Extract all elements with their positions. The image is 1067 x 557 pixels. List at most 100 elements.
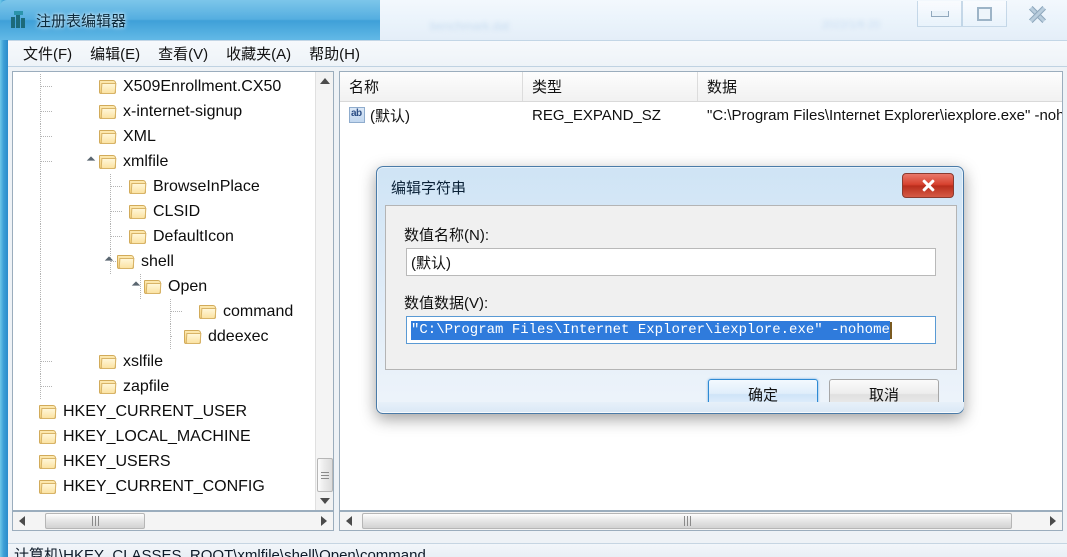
folder-icon (184, 329, 203, 345)
tree-item-command[interactable]: command (13, 299, 316, 324)
tree-item-label: HKEY_USERS (63, 452, 171, 470)
table-row[interactable]: (默认) REG_EXPAND_SZ "C:\Program Files\Int… (340, 101, 1062, 129)
cell-type: REG_EXPAND_SZ (532, 106, 661, 124)
menu-item-file[interactable]: 文件(F) (14, 40, 81, 67)
tree-item-label: HKEY_CURRENT_USER (63, 402, 248, 420)
column-header-type[interactable]: 类型 (523, 72, 698, 101)
scroll-left-button[interactable] (13, 512, 31, 530)
folder-icon (39, 454, 58, 470)
expander-collapsed-icon[interactable] (83, 124, 99, 149)
tree-item-xml[interactable]: XML (13, 124, 316, 149)
dialog-footer-strip (378, 402, 964, 412)
tree-item-ddeexec[interactable]: ddeexec (13, 324, 316, 349)
tree-scrollbar-thumb[interactable] (317, 458, 333, 492)
tree-hscrollbar-thumb[interactable] (45, 513, 145, 529)
expander-collapsed-icon[interactable] (23, 424, 39, 449)
dialog-body: 数值名称(N): (默认) 数值数据(V): "C:\Program Files… (385, 205, 957, 370)
value-data-input-text: "C:\Program Files\Internet Explorer\iexp… (411, 320, 890, 340)
tree-item-shell[interactable]: shell (13, 249, 316, 274)
value-data-input[interactable]: "C:\Program Files\Internet Explorer\iexp… (406, 316, 936, 344)
folder-icon (99, 354, 118, 370)
scroll-left-button[interactable] (340, 512, 358, 530)
tree-item-xslfile[interactable]: xslfile (13, 349, 316, 374)
triangle-right-icon (321, 516, 327, 526)
menu-item-edit[interactable]: 编辑(E) (81, 40, 149, 67)
tree-item-x-internet-signup[interactable]: x-internet-signup (13, 99, 316, 124)
expander-collapsed-icon[interactable] (83, 374, 99, 399)
triangle-up-icon (320, 78, 330, 84)
tree-item-label: CLSID (153, 202, 201, 220)
window-controls (917, 0, 1067, 34)
expander-expanded-icon[interactable] (83, 149, 99, 174)
menu-bar: 文件(F) 编辑(E) 查看(V) 收藏夹(A) 帮助(H) (8, 40, 1067, 67)
tree-item-label: BrowseInPlace (153, 177, 260, 195)
window-frame-left-edge (0, 0, 8, 557)
menu-item-view[interactable]: 查看(V) (149, 40, 217, 67)
list-header: 名称 类型 数据 (340, 72, 1062, 102)
value-name-text: (默认) (370, 107, 410, 125)
tree-vertical-scrollbar[interactable] (315, 72, 333, 510)
scroll-up-button[interactable] (316, 72, 333, 90)
tree-horizontal-scrollbar[interactable] (12, 511, 334, 531)
grip-icon (683, 516, 691, 526)
triangle-right-icon (1050, 516, 1056, 526)
folder-icon (129, 204, 148, 220)
cell-data: "C:\Program Files\Internet Explorer\iexp… (707, 106, 1062, 124)
column-header-data[interactable]: 数据 (698, 72, 1062, 101)
window-title: 注册表编辑器 (36, 12, 127, 30)
title-bar: 注册表编辑器 (0, 0, 380, 40)
tree-item-hkey-current-config[interactable]: HKEY_CURRENT_CONFIG (13, 474, 316, 499)
tree-item-x509enrollment[interactable]: X509Enrollment.CX50 (13, 74, 316, 99)
value-name-input[interactable]: (默认) (406, 248, 936, 276)
menu-item-help[interactable]: 帮助(H) (300, 40, 369, 67)
tree-item-hkey-users[interactable]: HKEY_USERS (13, 449, 316, 474)
tree-item-hkey-current-user[interactable]: HKEY_CURRENT_USER (13, 399, 316, 424)
close-button[interactable] (1007, 1, 1067, 27)
tree-item-hkey-local-machine[interactable]: HKEY_LOCAL_MACHINE (13, 424, 316, 449)
tree-item-clsid[interactable]: CLSID (13, 199, 316, 224)
tree-item-label: XML (123, 127, 156, 145)
status-bar: 计算机\HKEY_CLASSES_ROOT\xmlfile\shell\Open… (8, 543, 1067, 557)
tree-item-label: DefaultIcon (153, 227, 234, 245)
menu-item-favorites[interactable]: 收藏夹(A) (217, 40, 300, 67)
dialog-title: 编辑字符串 (391, 180, 467, 197)
folder-icon (99, 104, 118, 120)
folder-icon (99, 129, 118, 145)
tree-item-defaulticon[interactable]: DefaultIcon (13, 224, 316, 249)
triangle-down-icon (320, 498, 330, 504)
folder-icon (117, 254, 136, 270)
expander-collapsed-icon[interactable] (23, 449, 39, 474)
dialog-close-button[interactable] (902, 173, 954, 198)
folder-icon (99, 79, 118, 95)
tree-item-label: HKEY_LOCAL_MACHINE (63, 427, 251, 445)
folder-icon (144, 279, 163, 295)
status-path-text: 计算机\HKEY_CLASSES_ROOT\xmlfile\shell\Open… (14, 547, 426, 557)
expander-collapsed-icon[interactable] (83, 349, 99, 374)
expander-collapsed-icon[interactable] (23, 474, 39, 499)
string-value-icon (349, 107, 365, 123)
cell-name: (默认) (340, 101, 523, 129)
tree-item-browseinplace[interactable]: BrowseInPlace (13, 174, 316, 199)
triangle-left-icon (19, 516, 25, 526)
folder-icon (39, 429, 58, 445)
expander-collapsed-icon[interactable] (83, 74, 99, 99)
minimize-button[interactable] (917, 1, 962, 27)
value-data-label: 数值数据(V): (404, 295, 489, 312)
expander-collapsed-icon[interactable] (23, 399, 39, 424)
tree-item-zapfile[interactable]: zapfile (13, 374, 316, 399)
tree-item-label: HKEY_CURRENT_CONFIG (63, 477, 265, 495)
tree-item-label: xslfile (123, 352, 164, 370)
column-header-name[interactable]: 名称 (340, 72, 523, 101)
maximize-button[interactable] (962, 1, 1007, 27)
value-name-label: 数值名称(N): (404, 227, 489, 244)
scroll-right-button[interactable] (315, 512, 333, 530)
tree-item-open[interactable]: Open (13, 274, 316, 299)
list-hscrollbar-thumb[interactable] (362, 513, 1012, 529)
tree-item-xmlfile[interactable]: xmlfile (13, 149, 316, 174)
list-horizontal-scrollbar[interactable] (339, 511, 1063, 531)
tree-item-label: command (223, 302, 294, 320)
scroll-right-button[interactable] (1044, 512, 1062, 530)
registry-editor-icon (10, 11, 28, 29)
tree-item-label: zapfile (123, 377, 170, 395)
scroll-down-button[interactable] (316, 492, 333, 510)
